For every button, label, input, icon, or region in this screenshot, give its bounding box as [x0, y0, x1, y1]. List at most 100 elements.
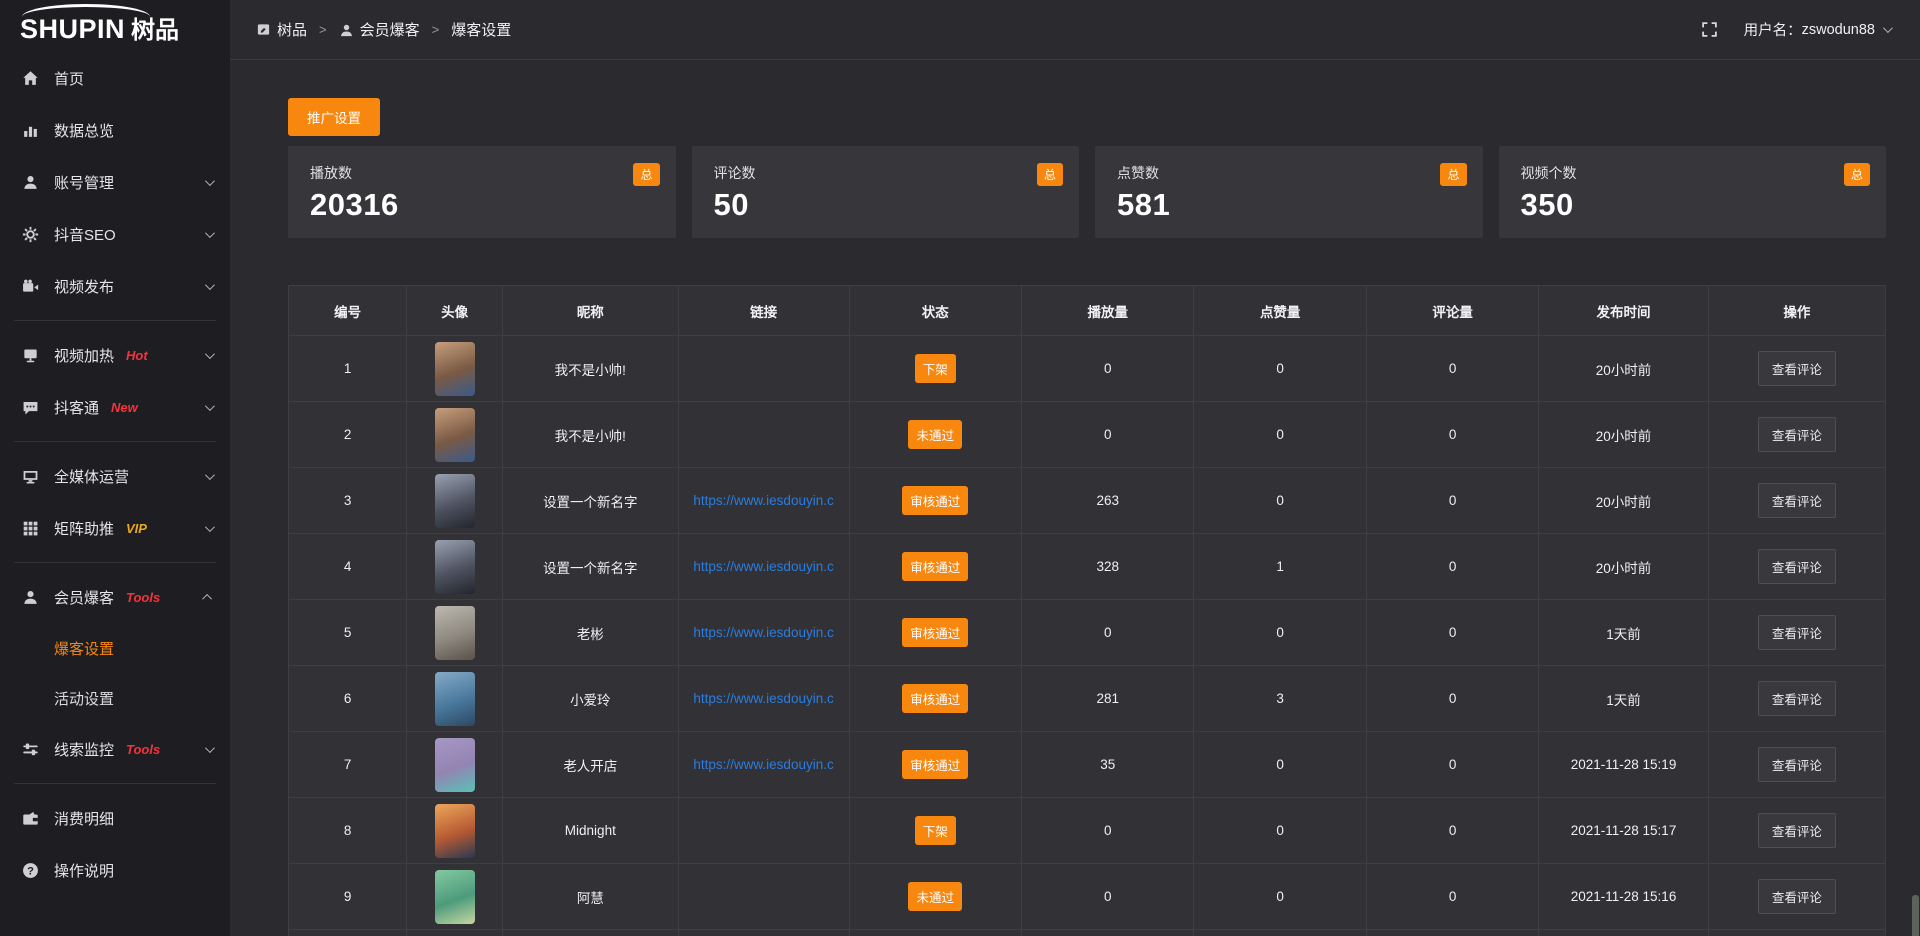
- sidebar-item-video-heat[interactable]: 视频加热 Hot: [0, 329, 230, 381]
- sidebar-item-operation-guide[interactable]: ?操作说明: [0, 844, 230, 896]
- chevron-down-icon: [205, 740, 212, 758]
- sidebar-item-douyin-seo[interactable]: 抖音SEO: [0, 208, 230, 260]
- cell-id: 8: [289, 798, 407, 864]
- sidebar-item-label: 数据总览: [54, 120, 114, 141]
- stat-card-likes: 点赞数581总: [1095, 146, 1483, 238]
- cell-comments: 0: [1366, 864, 1538, 930]
- cell-avatar: [407, 930, 503, 936]
- cell-comments: 0: [1366, 402, 1538, 468]
- video-link[interactable]: https://www.iesdouyin.c: [693, 691, 833, 706]
- breadcrumb: 树品>会员爆客>爆客设置: [256, 19, 511, 40]
- data-table: 编号头像昵称链接状态播放量点赞量评论量发布时间操作1我不是小帅!下架00020小…: [288, 285, 1886, 936]
- sidebar-item-label: 抖客通: [54, 397, 99, 418]
- sidebar-item-clue-monitor[interactable]: 线索监控 Tools: [0, 723, 230, 775]
- table-row: 6小爱玲https://www.iesdouyin.c审核通过281301天前查…: [289, 666, 1886, 732]
- view-comments-button[interactable]: 查看评论: [1758, 879, 1836, 914]
- stat-value: 20316: [310, 187, 654, 223]
- video-link[interactable]: https://www.iesdouyin.c: [693, 625, 833, 640]
- view-comments-button[interactable]: 查看评论: [1758, 351, 1836, 386]
- sidebar-item-label: 操作说明: [54, 860, 114, 881]
- cell-plays: 0: [1021, 402, 1193, 468]
- cell-link: [678, 864, 849, 930]
- sidebar-item-label: 线索监控: [54, 739, 114, 760]
- cell-link: https://www.iesdouyin.c: [678, 732, 849, 798]
- fullscreen-icon[interactable]: [1701, 21, 1718, 38]
- sidebar-item-member-baoke[interactable]: 会员爆客Tools: [0, 571, 230, 623]
- cell-avatar: [407, 732, 503, 798]
- sidebar-item-label: 视频加热: [54, 345, 114, 366]
- column-header: 播放量: [1021, 286, 1193, 336]
- status-badge: 下架: [915, 816, 956, 845]
- video-link[interactable]: https://www.iesdouyin.c: [693, 757, 833, 772]
- cell-avatar: [407, 402, 503, 468]
- breadcrumb-label: 树品: [277, 19, 307, 40]
- sidebar-item-data-overview[interactable]: 数据总览: [0, 104, 230, 156]
- sidebar-item-douketong[interactable]: 抖客通New: [0, 381, 230, 433]
- sidebar: SHUPIN树品 首页数据总览账号管理抖音SEO视频发布视频加热 Hot 抖客通Ne…: [0, 0, 230, 936]
- breadcrumb-item-shupin[interactable]: 树品: [256, 19, 307, 40]
- table-header-row: 编号头像昵称链接状态播放量点赞量评论量发布时间操作: [289, 286, 1886, 336]
- cell-avatar: [407, 336, 503, 402]
- video-link[interactable]: https://www.iesdouyin.c: [693, 559, 833, 574]
- chevron-down-icon: [205, 467, 212, 485]
- cell-link: https://www.iesdouyin.c: [678, 468, 849, 534]
- breadcrumb-item-member-baoke[interactable]: 会员爆客: [339, 19, 420, 40]
- status-badge: 审核通过: [902, 750, 968, 779]
- column-header: 发布时间: [1539, 286, 1708, 336]
- cell-nickname: 小爱玲: [502, 666, 678, 732]
- cell-comments: 0: [1366, 534, 1538, 600]
- total-badge: 总: [1844, 163, 1870, 186]
- sidebar-subitem-activity-settings[interactable]: 活动设置: [0, 673, 230, 723]
- column-header: 链接: [678, 286, 849, 336]
- cell-avatar: [407, 600, 503, 666]
- view-comments-button[interactable]: 查看评论: [1758, 417, 1836, 452]
- cell-nickname: 老人开店: [502, 732, 678, 798]
- view-comments-button[interactable]: 查看评论: [1758, 681, 1836, 716]
- cell-status: 审核通过: [849, 600, 1021, 666]
- cell-plays: 0: [1021, 600, 1193, 666]
- promo-settings-button[interactable]: 推广设置: [288, 98, 380, 136]
- sidebar-item-video-publish[interactable]: 视频发布: [0, 260, 230, 312]
- sidebar-divider: [14, 562, 216, 563]
- cell-id: 3: [289, 468, 407, 534]
- sidebar-item-matrix-boost[interactable]: 矩阵助推VIP: [0, 502, 230, 554]
- chevron-down-icon: [205, 225, 212, 243]
- cell-comments: 0: [1366, 600, 1538, 666]
- avatar: [435, 738, 475, 792]
- view-comments-button[interactable]: 查看评论: [1758, 747, 1836, 782]
- cell-time: 2021-11-28 15:19: [1539, 732, 1708, 798]
- cell-action: 查看评论: [1708, 798, 1885, 864]
- chevron-up-icon: [205, 588, 212, 606]
- sidebar-item-home[interactable]: 首页: [0, 52, 230, 104]
- cell-comments: 0: [1366, 468, 1538, 534]
- sidebar-item-tag: Tools: [126, 742, 160, 757]
- logo[interactable]: SHUPIN树品: [0, 0, 230, 50]
- cell-status: 审核通过: [849, 468, 1021, 534]
- column-header: 昵称: [502, 286, 678, 336]
- sidebar-item-all-media[interactable]: 全媒体运营: [0, 450, 230, 502]
- view-comments-button[interactable]: 查看评论: [1758, 549, 1836, 584]
- sidebar-item-label: 首页: [54, 68, 84, 89]
- view-comments-button[interactable]: 查看评论: [1758, 615, 1836, 650]
- cell-action: 查看评论: [1708, 732, 1885, 798]
- sidebar-nav: 首页数据总览账号管理抖音SEO视频发布视频加热 Hot 抖客通New 全媒体运营矩阵助…: [0, 52, 230, 896]
- column-header: 评论量: [1366, 286, 1538, 336]
- sidebar-item-tag: Hot: [126, 348, 148, 363]
- cell-comments: [1366, 930, 1538, 936]
- sidebar-item-expense-detail[interactable]: 消费明细: [0, 792, 230, 844]
- cell-likes: 0: [1194, 864, 1366, 930]
- chevron-down-icon: [205, 398, 212, 416]
- sidebar-subitem-baoke-settings[interactable]: 爆客设置: [0, 623, 230, 673]
- cell-id: 6: [289, 666, 407, 732]
- topbar-right: 用户名：zswodun88: [1701, 19, 1890, 40]
- app-icon: [256, 22, 271, 37]
- view-comments-button[interactable]: 查看评论: [1758, 483, 1836, 518]
- sidebar-item-account-management[interactable]: 账号管理: [0, 156, 230, 208]
- view-comments-button[interactable]: 查看评论: [1758, 813, 1836, 848]
- user-menu[interactable]: 用户名：zswodun88: [1744, 19, 1890, 40]
- video-link[interactable]: https://www.iesdouyin.c: [693, 493, 833, 508]
- scrollbar-thumb[interactable]: [1912, 895, 1919, 936]
- cell-status: 下架: [849, 336, 1021, 402]
- cell-time: 20小时前: [1539, 534, 1708, 600]
- table-row: [289, 930, 1886, 936]
